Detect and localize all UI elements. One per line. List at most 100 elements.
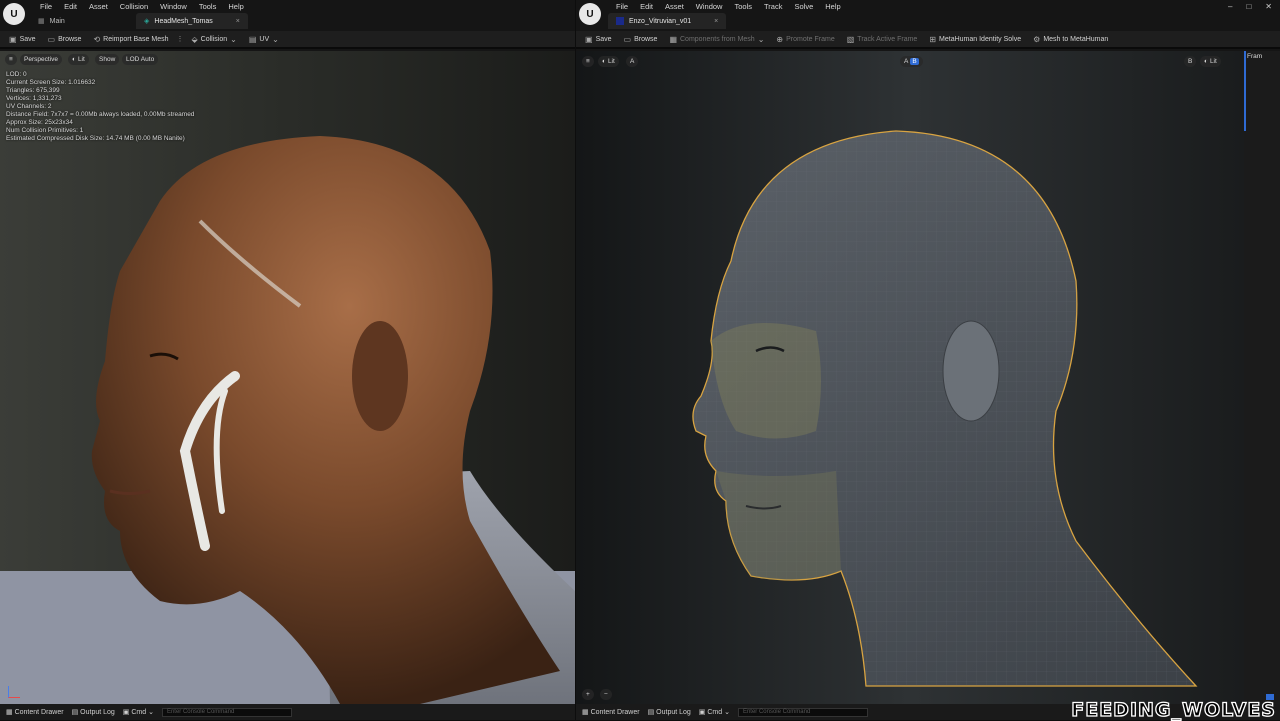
metahuman-identity-icon	[616, 17, 624, 25]
save-icon: ▣	[585, 35, 593, 44]
view-b-label: B	[1188, 58, 1192, 65]
uv-icon: ▤	[249, 35, 257, 44]
tab-headmesh[interactable]: ◈ HeadMesh_Tomas ×	[136, 13, 248, 29]
level-icon: ▦	[38, 17, 45, 25]
cmd-dropdown[interactable]: ▣ Cmd ⌄	[123, 708, 154, 716]
menu-file[interactable]: File	[34, 2, 58, 12]
static-mesh-icon: ◈	[144, 17, 149, 25]
components-from-mesh-button[interactable]: ▦Components from Mesh⌄	[665, 32, 768, 46]
folder-icon: ▭	[624, 35, 632, 44]
lit-button[interactable]: ◐Lit	[68, 54, 89, 65]
identity-solve-button[interactable]: ⊞MetaHuman Identity Solve	[925, 32, 1025, 46]
output-log-button[interactable]: ▤ Output Log	[648, 708, 691, 716]
identity-solve-icon: ⊞	[929, 35, 936, 44]
track-active-frame-button[interactable]: ▧Track Active Frame	[843, 32, 922, 46]
frames-panel-title: Fram	[1244, 51, 1280, 62]
stat-line: UV Channels: 2	[6, 103, 194, 111]
close-tab-icon[interactable]: ×	[236, 18, 240, 25]
tab-enzo-vitruvian[interactable]: Enzo_Vitruvian_v01 ×	[608, 13, 726, 29]
lit-b-label: Lit	[1210, 58, 1217, 65]
show-button[interactable]: Show	[95, 54, 119, 65]
promote-frame-button[interactable]: ⊕Promote Frame	[772, 32, 838, 46]
reimport-label: Reimport Base Mesh	[103, 36, 168, 43]
mesh-to-metahuman-label: Mesh to MetaHuman	[1043, 36, 1108, 43]
chevron-down-icon: ⌄	[272, 35, 279, 44]
left-menubar: U File Edit Asset Collision Window Tools…	[0, 0, 575, 30]
cmd-label: Cmd	[707, 709, 722, 716]
window-controls: – □ ✕	[1228, 2, 1272, 11]
cmd-dropdown[interactable]: ▣ Cmd ⌄	[699, 708, 730, 716]
perspective-button[interactable]: Perspective	[20, 54, 62, 65]
more-options-icon[interactable]: ⋮	[177, 35, 184, 43]
lod-button[interactable]: LOD Auto	[122, 54, 158, 65]
add-button[interactable]: +	[582, 689, 594, 700]
save-icon: ▣	[9, 35, 17, 44]
plus-icon: +	[586, 691, 590, 698]
track-label: Track Active Frame	[857, 36, 917, 43]
viewport-menu-button[interactable]: ≡	[582, 56, 594, 67]
menu-collision[interactable]: Collision	[114, 2, 154, 12]
cmd-label: Cmd	[131, 709, 146, 716]
menu-track[interactable]: Track	[758, 2, 788, 12]
viewport-menu-button[interactable]: ≡	[5, 54, 17, 65]
output-log-label: Output Log	[80, 709, 115, 716]
chevron-down-icon: ⌄	[230, 35, 237, 44]
left-toolbar: ▣Save ▭Browse ⟲Reimport Base Mesh ⋮ ⬙Col…	[0, 31, 575, 49]
content-drawer-button[interactable]: ▦ Content Drawer	[6, 708, 64, 716]
menu-help[interactable]: Help	[222, 2, 249, 12]
right-editor-window: U File Edit Asset Window Tools Track Sol…	[576, 0, 1280, 720]
menu-window[interactable]: Window	[690, 2, 729, 12]
uv-label: UV	[259, 36, 269, 43]
save-button[interactable]: ▣Save	[5, 32, 40, 46]
ab-toggle[interactable]: A B	[900, 56, 923, 67]
right-toolbar: ▣Save ▭Browse ▦Components from Mesh⌄ ⊕Pr…	[576, 31, 1280, 49]
menu-asset[interactable]: Asset	[83, 2, 114, 12]
menu-file[interactable]: File	[610, 2, 634, 12]
lit-label: Lit	[608, 58, 615, 65]
menu-solve[interactable]: Solve	[788, 2, 819, 12]
folder-icon: ▭	[48, 35, 56, 44]
uv-dropdown[interactable]: ▤UV⌄	[245, 32, 283, 46]
remove-button[interactable]: −	[600, 689, 612, 700]
collision-dropdown[interactable]: ⬙Collision⌄	[188, 32, 241, 46]
mesh-to-metahuman-button[interactable]: ⚙Mesh to MetaHuman	[1029, 32, 1112, 46]
left-statusbar: ▦ Content Drawer ▤ Output Log ▣ Cmd ⌄ En…	[0, 704, 575, 720]
tab-enzo-label: Enzo_Vitruvian_v01	[629, 18, 691, 25]
lit-icon: ◐	[602, 58, 606, 65]
left-viewport[interactable]: ≡ Perspective ◐Lit Show LOD Auto LOD: 0 …	[0, 51, 575, 704]
browse-button[interactable]: ▭Browse	[44, 32, 86, 46]
menu-tools[interactable]: Tools	[728, 2, 758, 12]
content-drawer-label: Content Drawer	[591, 709, 640, 716]
rendered-head-image	[0, 51, 575, 704]
console-input[interactable]: Enter Console Command	[162, 708, 292, 717]
minimize-icon[interactable]: –	[1228, 2, 1232, 11]
close-window-icon[interactable]: ✕	[1265, 2, 1272, 11]
close-tab-icon[interactable]: ×	[714, 18, 718, 25]
hamburger-icon: ≡	[9, 56, 13, 63]
tab-main-label: Main	[50, 18, 65, 25]
console-input[interactable]: Enter Console Command	[738, 708, 868, 717]
lit-button[interactable]: ◐Lit	[598, 56, 619, 67]
save-label: Save	[20, 36, 36, 43]
maximize-icon[interactable]: □	[1246, 2, 1251, 11]
menu-edit[interactable]: Edit	[634, 2, 659, 12]
save-button[interactable]: ▣Save	[581, 32, 616, 46]
menu-tools[interactable]: Tools	[193, 2, 223, 12]
unreal-logo-icon[interactable]: U	[3, 3, 25, 25]
menu-edit[interactable]: Edit	[58, 2, 83, 12]
panel-resize-handle[interactable]	[1244, 51, 1246, 131]
content-drawer-button[interactable]: ▦ Content Drawer	[582, 708, 640, 716]
menu-help[interactable]: Help	[819, 2, 846, 12]
axis-gizmo-icon	[8, 686, 20, 698]
right-viewport[interactable]: ≡ ◐Lit A A B B ◐Lit + −	[576, 51, 1244, 704]
lit-b-button[interactable]: ◐Lit	[1200, 56, 1221, 67]
menu-asset[interactable]: Asset	[659, 2, 690, 12]
browse-button[interactable]: ▭Browse	[620, 32, 662, 46]
output-log-button[interactable]: ▤ Output Log	[72, 708, 115, 716]
right-menubar: U File Edit Asset Window Tools Track Sol…	[576, 0, 1280, 30]
stat-line: Vertices: 1,331,273	[6, 95, 194, 103]
reimport-button[interactable]: ⟲Reimport Base Mesh	[89, 32, 172, 46]
menu-window[interactable]: Window	[154, 2, 193, 12]
unreal-logo-icon[interactable]: U	[579, 3, 601, 25]
tab-main[interactable]: ▦ Main	[30, 13, 73, 29]
